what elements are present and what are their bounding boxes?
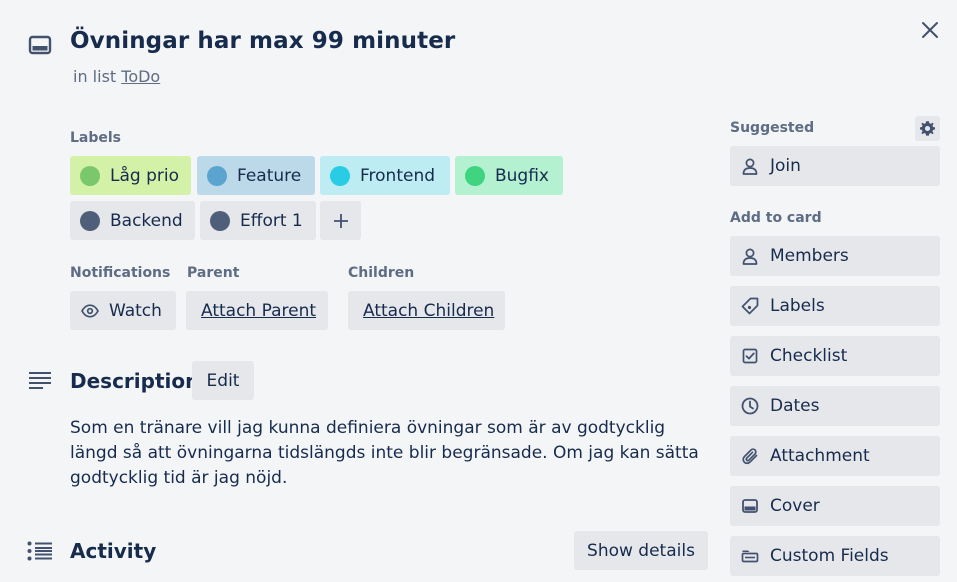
eye-icon [81, 303, 99, 318]
in-list-prefix: in list [73, 67, 117, 86]
attach-children-button[interactable]: Attach Children [348, 291, 505, 330]
label-name: Feature [237, 165, 302, 186]
list-location: in list ToDo [73, 67, 160, 86]
activity-heading: Activity [70, 539, 157, 563]
cover-label: Cover [770, 496, 820, 516]
dates-button[interactable]: Dates [730, 386, 940, 426]
custom-fields-label: Custom Fields [770, 546, 889, 566]
description-heading: Description [70, 369, 200, 393]
person-icon [741, 157, 759, 175]
list-link[interactable]: ToDo [121, 67, 160, 86]
label-color-dot [80, 165, 100, 186]
join-button[interactable]: Join [730, 146, 940, 186]
watch-button[interactable]: Watch [70, 291, 176, 330]
children-heading: Children [348, 265, 415, 281]
join-label: Join [770, 156, 801, 176]
checklist-button[interactable]: Checklist [730, 336, 940, 376]
labels-heading: Labels [70, 130, 122, 146]
add-to-card-heading: Add to card [730, 210, 822, 226]
suggested-settings-button[interactable] [915, 116, 940, 141]
label-color-dot [330, 165, 350, 186]
label-name: Backend [110, 210, 183, 231]
labels-button[interactable]: Labels [730, 286, 940, 326]
dates-label: Dates [770, 396, 820, 416]
activity-icon [27, 541, 53, 561]
label-chip[interactable]: Backend [70, 201, 195, 240]
label-chip[interactable]: Bugfix [455, 156, 563, 195]
label-name: Bugfix [495, 165, 549, 186]
label-color-dot [465, 165, 485, 186]
description-icon [28, 371, 52, 391]
show-details-label: Show details [587, 540, 695, 561]
close-button[interactable] [914, 14, 946, 46]
label-name: Låg prio [110, 165, 179, 186]
labels-label: Labels [770, 296, 825, 316]
clock-icon [741, 397, 759, 415]
members-label: Members [770, 246, 849, 266]
gear-icon [919, 120, 936, 137]
label-color-dot [80, 210, 100, 231]
attach-parent-button[interactable]: Attach Parent [186, 291, 328, 330]
attachment-button[interactable]: Attachment [730, 436, 940, 476]
watch-label: Watch [109, 300, 162, 321]
label-chip[interactable]: Låg prio [70, 156, 191, 195]
label-name: Effort 1 [240, 210, 303, 231]
label-chip[interactable]: Frontend [320, 156, 450, 195]
edit-label: Edit [206, 370, 240, 391]
checklist-label: Checklist [770, 346, 848, 366]
description-text: Som en tränare vill jag kunna definiera … [70, 418, 699, 488]
attach-parent-label: Attach Parent [201, 300, 317, 321]
card-cover-icon [741, 497, 759, 515]
notifications-heading: Notifications [70, 265, 171, 281]
label-chip[interactable]: Feature [197, 156, 315, 195]
label-chip[interactable]: Effort 1 [200, 201, 316, 240]
show-details-button[interactable]: Show details [574, 531, 708, 570]
edit-description-button[interactable]: Edit [192, 361, 254, 400]
label-color-dot [207, 165, 227, 186]
tag-icon [741, 297, 759, 315]
paperclip-icon [741, 447, 759, 465]
label-color-dot [210, 210, 230, 231]
members-button[interactable]: Members [730, 236, 940, 276]
label-name: Frontend [360, 165, 436, 186]
checkbox-icon [741, 347, 759, 365]
suggested-heading: Suggested [730, 120, 815, 136]
card-icon [28, 33, 52, 57]
close-icon [921, 21, 939, 39]
card-title: Övningar har max 99 minuter [70, 28, 456, 54]
custom-fields-button[interactable]: Custom Fields [730, 536, 940, 576]
cover-button[interactable]: Cover [730, 486, 940, 526]
add-label-button[interactable] [320, 201, 361, 240]
attach-children-label: Attach Children [363, 300, 495, 321]
attachment-label: Attachment [770, 446, 870, 466]
custom-fields-icon [741, 547, 759, 565]
parent-heading: Parent [187, 265, 240, 281]
plus-icon [333, 213, 349, 229]
person-icon [741, 247, 759, 265]
